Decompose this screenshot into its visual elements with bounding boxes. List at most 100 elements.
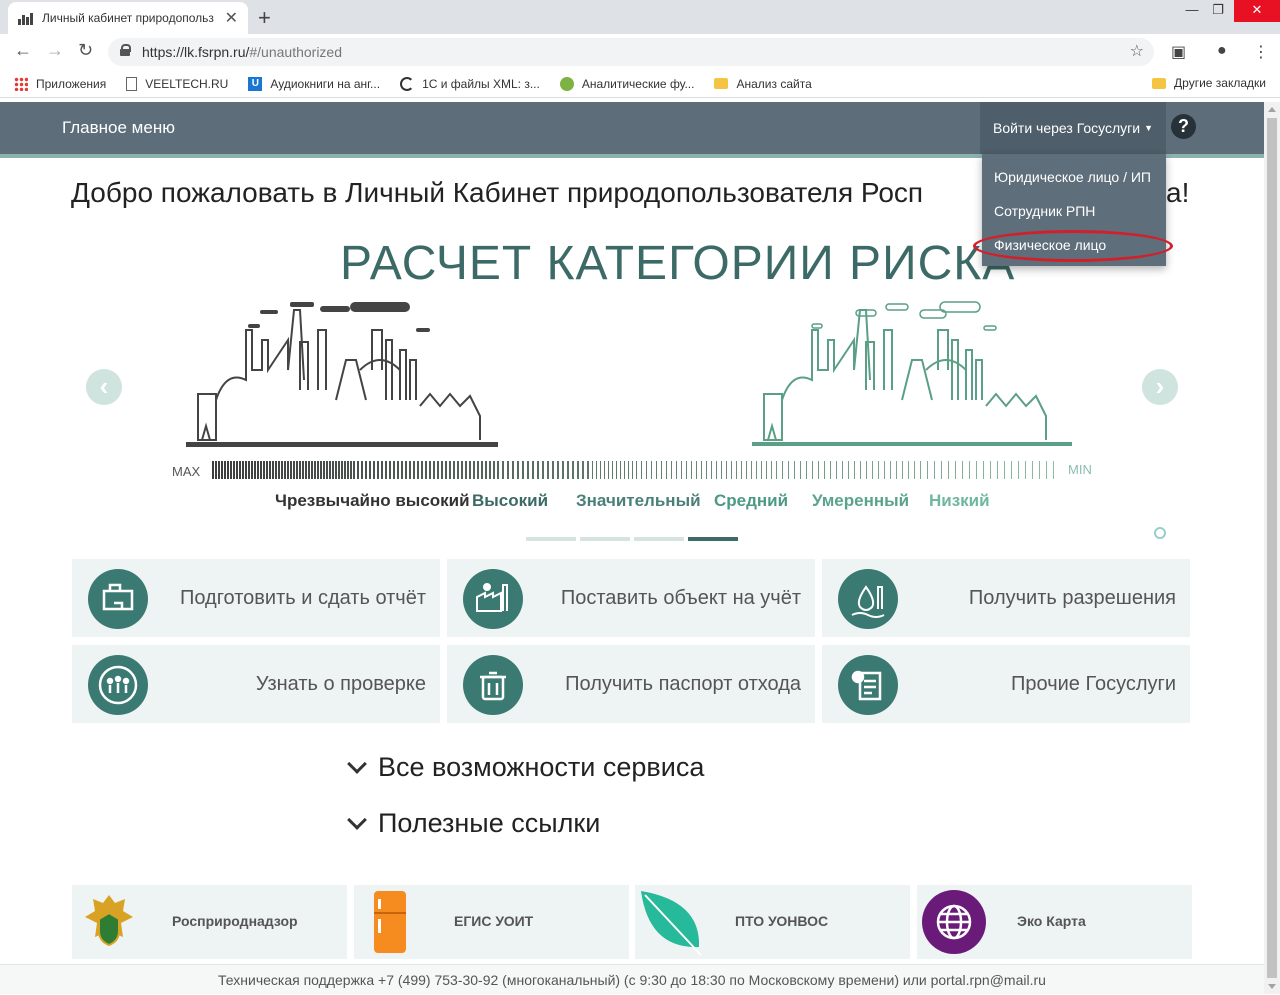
page-title: Добро пожаловать в Личный Кабинет природ…	[71, 177, 923, 209]
scale-bar	[377, 461, 379, 479]
other-bookmarks-label: Другие закладки	[1174, 76, 1266, 90]
browser-tab[interactable]: Личный кабинет природопольз ✕	[8, 2, 248, 34]
menu-item-legal-entity[interactable]: Юридическое лицо / ИП	[982, 160, 1166, 194]
scale-bar	[636, 461, 637, 479]
menu-dots-icon[interactable]: ⋮	[1253, 42, 1269, 62]
scale-bar	[771, 461, 772, 479]
scale-bar	[572, 461, 574, 479]
scale-bar	[776, 461, 777, 479]
scale-bar	[756, 461, 757, 479]
scale-bar	[393, 461, 395, 479]
scale-bar	[562, 461, 564, 479]
scale-bar	[914, 461, 915, 479]
risk-scale-barcode	[212, 461, 1054, 479]
scale-bar	[976, 461, 977, 479]
restore-icon[interactable]: ❐	[1200, 0, 1236, 22]
scroll-up-icon[interactable]	[1268, 107, 1276, 112]
scale-bar	[236, 461, 238, 479]
scroll-down-icon[interactable]	[1268, 984, 1276, 989]
link-label: Росприроднадзор	[172, 913, 298, 929]
scale-bar	[489, 461, 491, 479]
support-text: Техническая поддержка +7 (499) 753-30-92…	[218, 972, 931, 988]
carousel-dot[interactable]	[634, 537, 684, 541]
link-egis-uoit[interactable]: ЕГИС УОИТ	[354, 885, 629, 959]
scale-bar	[896, 461, 897, 479]
bookmark-label: VEELTECH.RU	[145, 76, 229, 91]
other-bookmarks[interactable]: Другие закладки	[1152, 76, 1266, 90]
gosuslugi-login-button[interactable]: Войти через Госуслуги ▼	[980, 102, 1166, 154]
scale-bar	[671, 461, 672, 479]
tile-submit-report[interactable]: Подготовить и сдать отчёт	[72, 559, 440, 637]
scale-bar	[263, 461, 265, 479]
expander-useful-links[interactable]: Полезные ссылки	[344, 808, 600, 839]
red-highlight-annotation	[973, 230, 1173, 262]
scale-bar	[701, 461, 702, 479]
bookmark-star-icon[interactable]: ☆	[1130, 41, 1144, 61]
carousel-pause-icon[interactable]	[1154, 527, 1166, 539]
tile-get-permits[interactable]: Получить разрешения	[822, 559, 1190, 637]
carousel-dot-active[interactable]	[688, 537, 738, 541]
bookmark-apps[interactable]: Приложения	[14, 76, 106, 91]
scale-bar	[955, 461, 956, 479]
scale-bar	[341, 461, 343, 479]
carousel-next-icon[interactable]: ›	[1142, 369, 1178, 405]
scrollbar-thumb[interactable]	[1267, 118, 1277, 978]
link-pto-uonvos[interactable]: ПТО УОНВОС	[635, 885, 910, 959]
carousel-prev-icon[interactable]: ‹	[86, 369, 122, 405]
link-rosprirodnadzor[interactable]: Росприроднадзор	[72, 885, 347, 959]
bookmark-site-analysis[interactable]: Анализ сайта	[714, 77, 812, 91]
tile-other-services[interactable]: Прочие Госуслуги	[822, 645, 1190, 723]
scale-bar	[437, 461, 439, 479]
bookmark-audiobooks[interactable]: U Аудиокниги на анг...	[248, 76, 380, 91]
scale-bar	[691, 461, 692, 479]
bookmark-1c[interactable]: 1С и файлы XML: з...	[400, 76, 540, 91]
scale-bar	[1004, 461, 1005, 479]
scale-bar	[449, 461, 451, 479]
waste-bin-icon	[463, 655, 523, 715]
scale-bar	[1025, 461, 1026, 479]
back-icon[interactable]: ←	[14, 40, 32, 61]
extension-icon[interactable]: ▣	[1171, 42, 1186, 62]
profile-icon[interactable]: ●	[1217, 42, 1227, 60]
scale-bar	[608, 461, 609, 479]
scale-bar	[592, 461, 593, 479]
tile-waste-passport[interactable]: Получить паспорт отхода	[447, 645, 815, 723]
tab-close-icon[interactable]: ✕	[225, 8, 238, 28]
bookmark-analytics[interactable]: Аналитические фу...	[559, 76, 694, 91]
tile-register-object[interactable]: Поставить объект на учёт	[447, 559, 815, 637]
tile-label: Получить паспорт отхода	[565, 673, 801, 695]
bookmark-label: 1С и файлы XML: з...	[422, 76, 540, 91]
chevron-down-icon	[347, 809, 367, 830]
carousel-dot[interactable]	[580, 537, 630, 541]
expander-all-features[interactable]: Все возможности сервиса	[344, 752, 704, 783]
scale-bar	[409, 461, 411, 479]
water-drop-icon	[838, 569, 898, 629]
link-eco-map[interactable]: Эко Карта	[917, 885, 1192, 959]
risk-medium: Средний	[714, 491, 789, 510]
url-input[interactable]: https://lk.fsrpn.ru/#/unauthorized ☆	[108, 38, 1154, 66]
scale-bar	[517, 461, 519, 479]
tile-inspection[interactable]: Узнать о проверке	[72, 645, 440, 723]
scale-bar	[215, 461, 217, 479]
carousel-dot[interactable]	[526, 537, 576, 541]
forward-icon[interactable]: →	[46, 40, 64, 61]
scale-bar	[997, 461, 998, 479]
window-close-icon[interactable]: ✕	[1234, 0, 1280, 22]
main-menu-link[interactable]: Главное меню	[62, 118, 175, 138]
support-email-link[interactable]: portal.rpn@mail.ru	[931, 972, 1046, 988]
page-scrollbar[interactable]	[1264, 102, 1280, 994]
reload-icon[interactable]: ↻	[78, 40, 93, 61]
scale-bar	[272, 461, 274, 479]
scale-bar	[317, 461, 319, 479]
scale-bar	[782, 461, 783, 479]
bookmark-veeltech[interactable]: VEELTECH.RU	[126, 76, 229, 91]
people-cycle-icon	[88, 655, 148, 715]
globe-icon	[559, 76, 574, 91]
factory-icon	[463, 569, 523, 629]
scale-bar	[361, 461, 363, 479]
scale-bar	[218, 461, 220, 479]
help-icon[interactable]: ?	[1171, 114, 1196, 139]
new-tab-icon[interactable]: +	[258, 5, 271, 31]
scale-bar	[830, 461, 831, 479]
menu-item-rpn-employee[interactable]: Сотрудник РПН	[982, 194, 1166, 228]
